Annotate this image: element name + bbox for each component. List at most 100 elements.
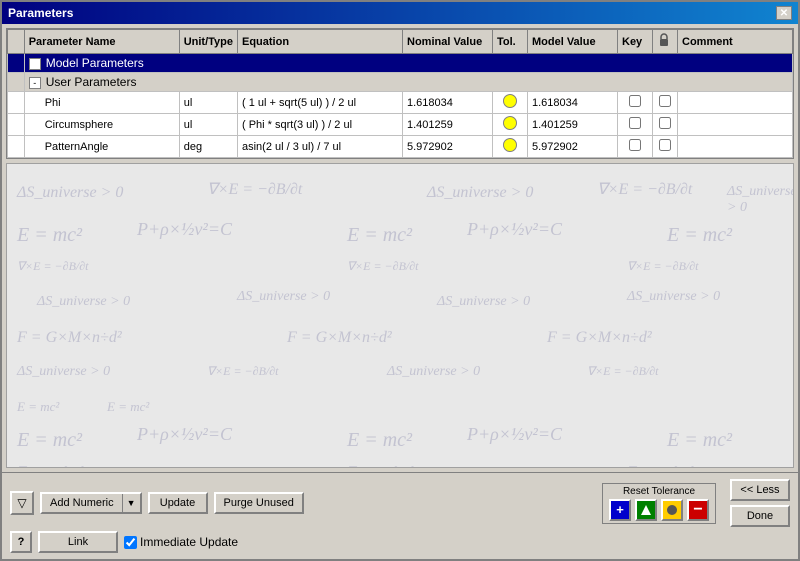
comment-cell — [678, 114, 793, 136]
link-button[interactable]: Link — [38, 531, 118, 553]
toolbar-row-1: ▽ Add Numeric ▼ Update Purge Unused Rese… — [10, 479, 790, 527]
equation-text: ∇×E = −∂B/∂t — [17, 464, 89, 468]
equation-text: ∇×E = −∂B/∂t — [207, 364, 279, 379]
equation-text: ΔS_universe > 0 — [627, 289, 720, 305]
nominal-value-cell: 1.618034 — [403, 92, 493, 114]
expand-icon[interactable]: - — [29, 58, 41, 70]
add-numeric-button[interactable]: Add Numeric — [42, 494, 123, 512]
param-name-cell: Circumsphere — [24, 114, 179, 136]
equation-text: E = mc² — [667, 224, 732, 247]
lock-checkbox[interactable] — [659, 95, 671, 107]
window-title: Parameters — [8, 6, 73, 20]
equation-text: F = G×M×n÷d² — [287, 329, 392, 347]
title-bar: Parameters ✕ — [2, 2, 798, 24]
comment-cell — [678, 136, 793, 158]
add-numeric-dropdown[interactable]: ▼ — [123, 494, 140, 512]
unit-type-cell: ul — [179, 114, 237, 136]
col-unit-type: Unit/Type — [179, 30, 237, 54]
filter-button[interactable]: ▽ — [10, 491, 34, 515]
equation-text: F = G×M×n÷d² — [547, 329, 652, 347]
equation-text: E = mc² — [347, 224, 412, 247]
immediate-update-checkbox[interactable] — [124, 536, 137, 549]
comment-cell — [678, 92, 793, 114]
equation-text: ∇×E = −∂B/∂t — [347, 464, 419, 468]
tol-indicator — [503, 116, 517, 130]
equation-text: P+ρ×½v²=C — [137, 219, 232, 240]
key-checkbox[interactable] — [629, 95, 641, 107]
equation-text: ∇×E = −∂B/∂t — [627, 464, 699, 468]
key-cell — [618, 92, 653, 114]
equation-text: ∇×E = −∂B/∂t — [587, 364, 659, 379]
key-checkbox[interactable] — [629, 139, 641, 151]
close-button[interactable]: ✕ — [776, 6, 792, 20]
key-checkbox[interactable] — [629, 117, 641, 129]
toolbar: ▽ Add Numeric ▼ Update Purge Unused Rese… — [2, 472, 798, 559]
row-indicator — [8, 114, 25, 136]
table-row: PatternAngle deg asin(2 ul / 3 ul) / 7 u… — [8, 136, 793, 158]
equation-text: E = mc² — [17, 429, 82, 452]
tol-plus-button[interactable]: + — [609, 499, 631, 521]
purge-unused-button[interactable]: Purge Unused — [214, 492, 304, 514]
equation-text: ∇×E = −∂B/∂t — [597, 179, 692, 199]
model-value-cell: 1.401259 — [528, 114, 618, 136]
col-parameter-name: Parameter Name — [24, 30, 179, 54]
equation-text: ΔS_universe > 0 — [17, 184, 123, 202]
toolbar-row-2: ? Link Immediate Update — [10, 531, 790, 553]
model-params-label: - Model Parameters — [24, 54, 792, 73]
equation-text: ΔS_universe > 0 — [237, 289, 330, 305]
equation-cell: ( Phi * sqrt(3 ul) ) / 2 ul — [238, 114, 403, 136]
parameters-table: Parameter Name Unit/Type Equation Nomina… — [7, 29, 793, 158]
table-row: ▶ - Model Parameters — [8, 54, 793, 73]
tol-minus-button[interactable]: − — [687, 499, 709, 521]
param-name-cell: PatternAngle — [24, 136, 179, 158]
less-button[interactable]: << Less — [730, 479, 790, 501]
row-indicator — [8, 136, 25, 158]
expand-icon[interactable]: - — [29, 77, 41, 89]
tol-circle-button[interactable] — [661, 499, 683, 521]
equation-text: ΔS_universe > 0 — [727, 184, 794, 216]
update-button[interactable]: Update — [148, 492, 208, 514]
row-indicator — [8, 73, 25, 92]
equation-text: ∇×E = −∂B/∂t — [207, 179, 302, 199]
tol-indicator — [503, 94, 517, 108]
add-numeric-split-button: Add Numeric ▼ — [40, 492, 142, 514]
toolbar-left: ▽ Add Numeric ▼ Update Purge Unused — [10, 491, 596, 515]
equation-text: P+ρ×½v²=C — [467, 219, 562, 240]
window-content: Parameter Name Unit/Type Equation Nomina… — [2, 24, 798, 559]
col-nominal-value: Nominal Value — [403, 30, 493, 54]
equations-background: ΔS_universe > 0 ∇×E = −∂B/∂t ΔS_universe >… — [6, 163, 794, 468]
equation-text: ∇×E = −∂B/∂t — [627, 259, 699, 274]
equation-text: ∇×E = −∂B/∂t — [347, 259, 419, 274]
reset-tolerance-label: Reset Tolerance — [623, 486, 695, 497]
col-lock — [653, 30, 678, 54]
tol-triangle-button[interactable] — [635, 499, 657, 521]
equation-cell: asin(2 ul / 3 ul) / 7 ul — [238, 136, 403, 158]
lock-checkbox[interactable] — [659, 139, 671, 151]
tol-cell — [493, 92, 528, 114]
model-value-cell: 5.972902 — [528, 136, 618, 158]
equation-text: F = G×M×n÷d² — [17, 329, 122, 347]
table-row: - User Parameters — [8, 73, 793, 92]
key-cell — [618, 114, 653, 136]
equation-cell: ( 1 ul + sqrt(5 ul) ) / 2 ul — [238, 92, 403, 114]
equation-text: ∇×E = −∂B/∂t — [17, 259, 89, 274]
row-indicator: ▶ — [8, 54, 25, 73]
table-header-row: Parameter Name Unit/Type Equation Nomina… — [8, 30, 793, 54]
done-button[interactable]: Done — [730, 505, 790, 527]
lock-checkbox[interactable] — [659, 117, 671, 129]
equation-text: ΔS_universe > 0 — [437, 294, 530, 310]
filter-icon: ▽ — [17, 496, 26, 510]
right-buttons: << Less Done — [730, 479, 790, 527]
user-params-label: - User Parameters — [24, 73, 792, 92]
help-button[interactable]: ? — [10, 531, 32, 553]
table-row: Phi ul ( 1 ul + sqrt(5 ul) ) / 2 ul 1.61… — [8, 92, 793, 114]
equation-text: ΔS_universe > 0 — [37, 294, 130, 310]
parameters-table-container: Parameter Name Unit/Type Equation Nomina… — [6, 28, 794, 159]
reset-tolerance-group: Reset Tolerance + − — [602, 483, 716, 524]
equation-text: ΔS_universe > 0 — [427, 184, 533, 202]
col-tol: Tol. — [493, 30, 528, 54]
col-arrow — [8, 30, 25, 54]
nominal-value-cell: 1.401259 — [403, 114, 493, 136]
col-equation: Equation — [238, 30, 403, 54]
col-model-value: Model Value — [528, 30, 618, 54]
